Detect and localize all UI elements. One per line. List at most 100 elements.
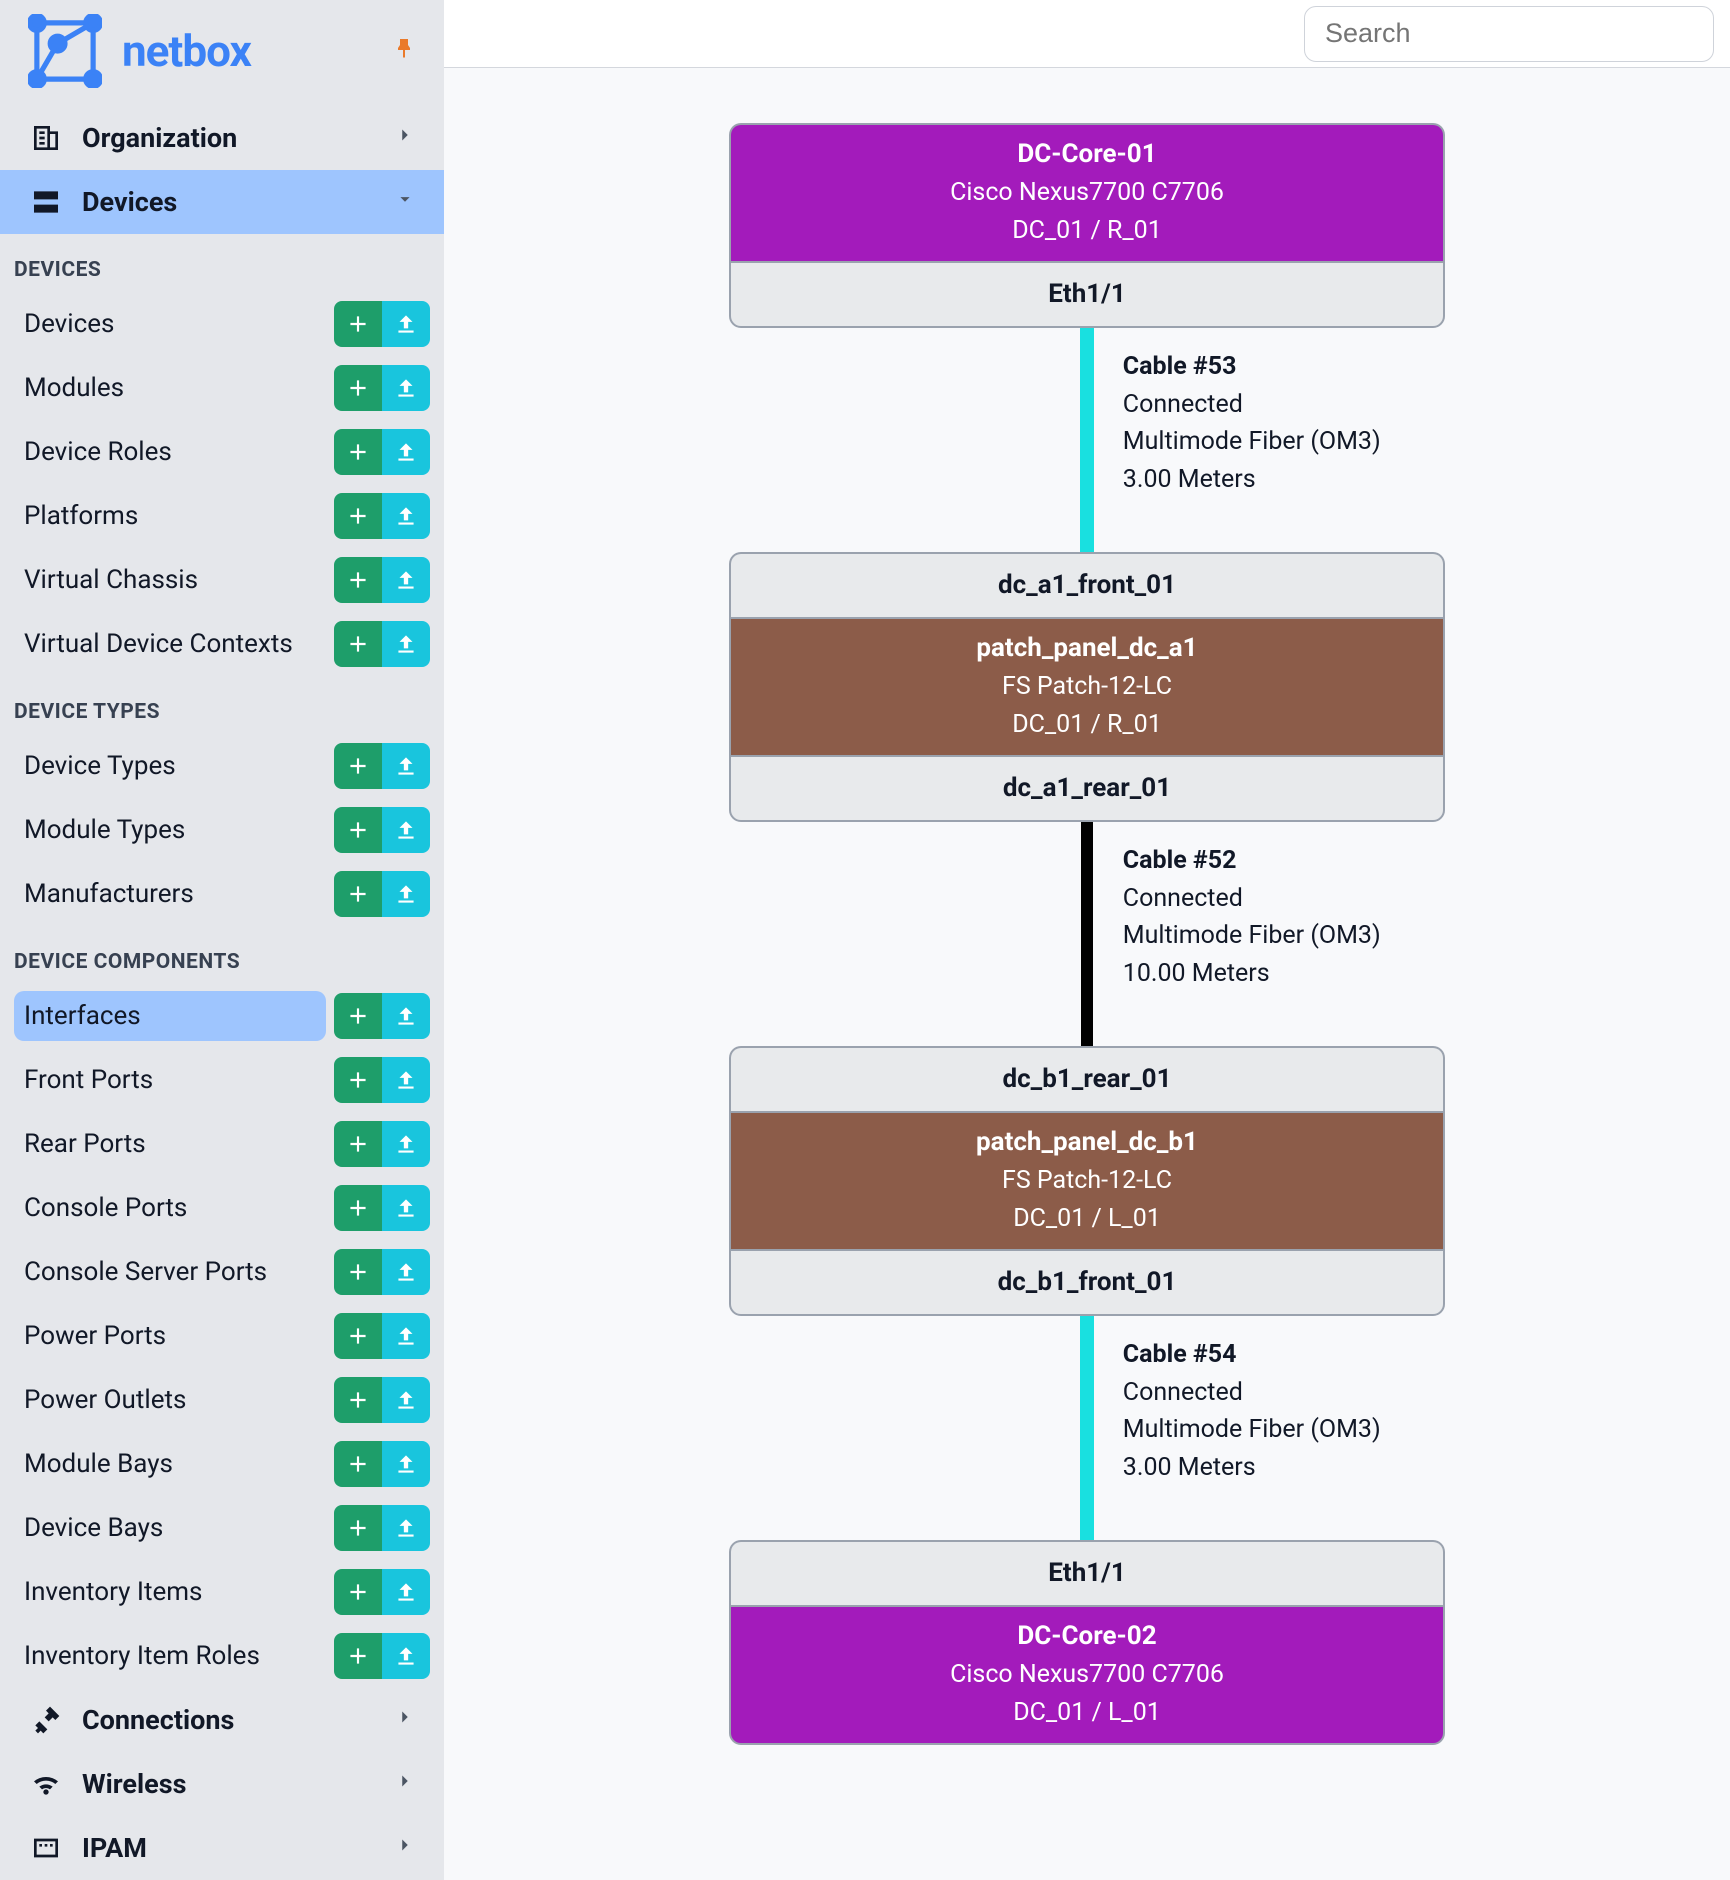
cable-line[interactable] bbox=[1081, 822, 1093, 1046]
port-box[interactable]: dc_a1_rear_01 bbox=[729, 755, 1445, 822]
import-button[interactable] bbox=[382, 993, 430, 1039]
nav-item-row: Rear Ports bbox=[0, 1112, 444, 1176]
add-button[interactable] bbox=[334, 1249, 382, 1295]
add-button[interactable] bbox=[334, 1057, 382, 1103]
import-button[interactable] bbox=[382, 557, 430, 603]
nav-section-connections[interactable]: Connections bbox=[0, 1688, 444, 1752]
nav-item-device-types[interactable]: Device Types bbox=[14, 741, 326, 791]
import-button[interactable] bbox=[382, 1633, 430, 1679]
port-box[interactable]: dc_a1_front_01 bbox=[729, 552, 1445, 617]
import-button[interactable] bbox=[382, 871, 430, 917]
import-button[interactable] bbox=[382, 1313, 430, 1359]
nav-section-ipam[interactable]: IPAM bbox=[0, 1816, 444, 1880]
port-box[interactable]: dc_b1_rear_01 bbox=[729, 1046, 1445, 1111]
port-box[interactable]: dc_b1_front_01 bbox=[729, 1249, 1445, 1316]
import-button[interactable] bbox=[382, 1569, 430, 1615]
patch-panel-box[interactable]: patch_panel_dc_b1FS Patch-12-LCDC_01 / L… bbox=[729, 1111, 1445, 1249]
add-button[interactable] bbox=[334, 807, 382, 853]
add-button[interactable] bbox=[334, 301, 382, 347]
nav-section-devices[interactable]: Devices bbox=[0, 170, 444, 234]
import-button[interactable] bbox=[382, 301, 430, 347]
nav-item-power-outlets[interactable]: Power Outlets bbox=[14, 1375, 326, 1425]
nav-item-module-types[interactable]: Module Types bbox=[14, 805, 326, 855]
add-button[interactable] bbox=[334, 1185, 382, 1231]
import-button[interactable] bbox=[382, 807, 430, 853]
add-button[interactable] bbox=[334, 1377, 382, 1423]
nav-item-inventory-items[interactable]: Inventory Items bbox=[14, 1567, 326, 1617]
search-box[interactable] bbox=[1304, 6, 1714, 62]
nav-item-row: Virtual Device Contexts bbox=[0, 612, 444, 676]
import-button[interactable] bbox=[382, 1249, 430, 1295]
search-input[interactable] bbox=[1325, 18, 1693, 49]
node-title: patch_panel_dc_b1 bbox=[741, 1123, 1433, 1162]
nav-item-console-ports[interactable]: Console Ports bbox=[14, 1183, 326, 1233]
nav-section-label: Devices bbox=[82, 186, 177, 218]
import-button[interactable] bbox=[382, 429, 430, 475]
patch-panel-box[interactable]: patch_panel_dc_a1FS Patch-12-LCDC_01 / R… bbox=[729, 617, 1445, 755]
add-button[interactable] bbox=[334, 365, 382, 411]
cable-name[interactable]: Cable #52 bbox=[1123, 842, 1381, 880]
port-box[interactable]: Eth1/1 bbox=[729, 1540, 1445, 1605]
import-button[interactable] bbox=[382, 1185, 430, 1231]
add-button[interactable] bbox=[334, 1313, 382, 1359]
add-button[interactable] bbox=[334, 871, 382, 917]
nav-group-header: DEVICE TYPES bbox=[0, 676, 444, 734]
cable-name[interactable]: Cable #53 bbox=[1123, 348, 1381, 386]
device-box[interactable]: DC-Core-02Cisco Nexus7700 C7706DC_01 / L… bbox=[729, 1605, 1445, 1745]
add-button[interactable] bbox=[334, 1569, 382, 1615]
add-button[interactable] bbox=[334, 557, 382, 603]
import-button[interactable] bbox=[382, 1057, 430, 1103]
nav-item-front-ports[interactable]: Front Ports bbox=[14, 1055, 326, 1105]
node-location: DC_01 / R_01 bbox=[741, 706, 1433, 744]
import-button[interactable] bbox=[382, 493, 430, 539]
add-button[interactable] bbox=[334, 1633, 382, 1679]
nav-section-wireless[interactable]: Wireless bbox=[0, 1752, 444, 1816]
nav-item-virtual-device-contexts[interactable]: Virtual Device Contexts bbox=[14, 619, 326, 669]
add-button[interactable] bbox=[334, 1505, 382, 1551]
nav-section-label: Connections bbox=[82, 1704, 234, 1736]
add-button[interactable] bbox=[334, 1121, 382, 1167]
nav-item-row: Console Server Ports bbox=[0, 1240, 444, 1304]
add-button[interactable] bbox=[334, 621, 382, 667]
import-button[interactable] bbox=[382, 621, 430, 667]
pin-icon[interactable] bbox=[392, 36, 416, 67]
cable-line[interactable] bbox=[1080, 1316, 1094, 1540]
node-location: DC_01 / R_01 bbox=[741, 212, 1433, 250]
nav-section-organization[interactable]: Organization bbox=[0, 106, 444, 170]
cable-segment: Cable #54ConnectedMultimode Fiber (OM3)3… bbox=[729, 1316, 1445, 1540]
nav-item-device-roles[interactable]: Device Roles bbox=[14, 427, 326, 477]
add-button[interactable] bbox=[334, 429, 382, 475]
cable-line[interactable] bbox=[1080, 328, 1094, 552]
import-button[interactable] bbox=[382, 743, 430, 789]
import-button[interactable] bbox=[382, 1441, 430, 1487]
nav-item-row: Device Types bbox=[0, 734, 444, 798]
nav-item-module-bays[interactable]: Module Bays bbox=[14, 1439, 326, 1489]
nav-item-interfaces[interactable]: Interfaces bbox=[14, 991, 326, 1041]
nav-item-modules[interactable]: Modules bbox=[14, 363, 326, 413]
node-group: Eth1/1DC-Core-02Cisco Nexus7700 C7706DC_… bbox=[729, 1540, 1445, 1745]
nav-item-manufacturers[interactable]: Manufacturers bbox=[14, 869, 326, 919]
add-button[interactable] bbox=[334, 1441, 382, 1487]
nav-item-devices[interactable]: Devices bbox=[14, 299, 326, 349]
nav-item-inventory-item-roles[interactable]: Inventory Item Roles bbox=[14, 1631, 326, 1681]
import-button[interactable] bbox=[382, 1121, 430, 1167]
nav-item-platforms[interactable]: Platforms bbox=[14, 491, 326, 541]
nav-item-row: Device Bays bbox=[0, 1496, 444, 1560]
node-group: dc_b1_rear_01patch_panel_dc_b1FS Patch-1… bbox=[729, 1046, 1445, 1316]
add-button[interactable] bbox=[334, 743, 382, 789]
port-box[interactable]: Eth1/1 bbox=[729, 261, 1445, 328]
cable-name[interactable]: Cable #54 bbox=[1123, 1336, 1381, 1374]
cable-status: Connected bbox=[1123, 880, 1381, 918]
import-button[interactable] bbox=[382, 1377, 430, 1423]
import-button[interactable] bbox=[382, 1505, 430, 1551]
nav-item-device-bays[interactable]: Device Bays bbox=[14, 1503, 326, 1553]
add-button[interactable] bbox=[334, 493, 382, 539]
nav-item-rear-ports[interactable]: Rear Ports bbox=[14, 1119, 326, 1169]
device-box[interactable]: DC-Core-01Cisco Nexus7700 C7706DC_01 / R… bbox=[729, 123, 1445, 261]
nav-item-console-server-ports[interactable]: Console Server Ports bbox=[14, 1247, 326, 1297]
nav-item-power-ports[interactable]: Power Ports bbox=[14, 1311, 326, 1361]
add-button[interactable] bbox=[334, 993, 382, 1039]
node-title: DC-Core-02 bbox=[741, 1617, 1433, 1656]
nav-item-virtual-chassis[interactable]: Virtual Chassis bbox=[14, 555, 326, 605]
import-button[interactable] bbox=[382, 365, 430, 411]
